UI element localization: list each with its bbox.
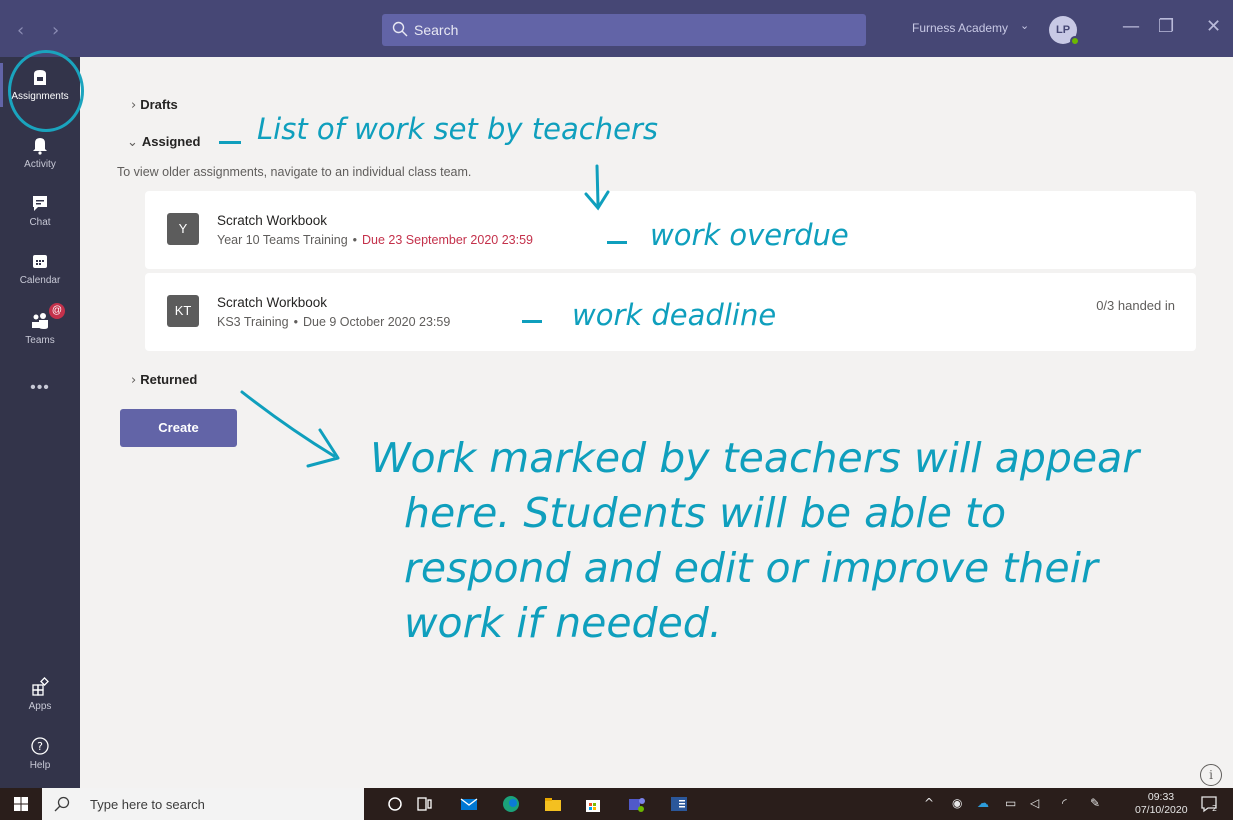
chevron-down-icon[interactable]: ⌄ xyxy=(1020,19,1029,32)
annotation-deadline-note: work deadline xyxy=(572,298,777,332)
clock-time: 09:33 xyxy=(1147,791,1175,803)
mail-icon[interactable] xyxy=(460,795,478,813)
teams-icon xyxy=(32,313,48,329)
search-icon xyxy=(392,21,408,37)
rail-item-chat[interactable]: Chat xyxy=(0,193,80,228)
class-badge: Y xyxy=(167,213,199,245)
annotation-returned-line: respond and edit or improve their xyxy=(404,544,1098,592)
notifications-icon[interactable]: 2 xyxy=(1200,795,1218,813)
tray-overflow-icon[interactable]: ^ xyxy=(924,796,934,810)
forward-arrow-icon[interactable]: › xyxy=(52,20,59,41)
annotation-arrow-icon xyxy=(240,390,340,468)
teams-app-icon[interactable] xyxy=(628,795,646,813)
assignment-meta: Year 10 Teams Training • Due 23 September … xyxy=(217,233,533,247)
class-name: Year 10 Teams Training xyxy=(217,233,348,247)
annotation-dash xyxy=(522,320,542,323)
annotation-arrow-down-icon xyxy=(584,164,610,211)
annotation-dash xyxy=(219,141,241,144)
rail-item-apps[interactable]: Apps xyxy=(0,677,80,712)
wifi-icon[interactable]: ◜ xyxy=(1062,796,1067,810)
taskbar-clock[interactable]: 09:33 07/10/2020 xyxy=(1135,791,1188,817)
due-date: Due 9 October 2020 23:59 xyxy=(302,315,451,329)
create-button[interactable]: Create xyxy=(120,409,237,447)
rail-item-activity[interactable]: Activity xyxy=(0,135,80,170)
help-icon: ? xyxy=(31,737,49,755)
store-icon[interactable] xyxy=(584,795,602,813)
rail-item-help[interactable]: ? Help xyxy=(0,736,80,771)
volume-icon[interactable]: ◁ xyxy=(1030,796,1039,810)
clock-date: 07/10/2020 xyxy=(1135,804,1188,816)
chevron-down-icon: ⌄ xyxy=(127,135,138,150)
app-rail: Assignments Activity Chat Calendar Teams… xyxy=(0,57,80,788)
assigned-toggle[interactable]: ⌄ Assigned xyxy=(127,134,200,150)
search-placeholder: Search xyxy=(414,22,459,38)
svg-text:?: ? xyxy=(37,740,43,753)
due-date: Due 23 September 2020 23:59 xyxy=(362,233,533,247)
older-assignments-hint: To view older assignments, navigate to a… xyxy=(117,165,472,179)
windows-taskbar: Type here to search ^ ◉ ☁ ▭ ◁ ◜ ✎ 09:33 … xyxy=(0,788,1233,820)
assignment-title: Scratch Workbook xyxy=(217,295,328,310)
assigned-label: Assigned xyxy=(141,134,201,149)
chat-icon xyxy=(33,196,47,211)
back-arrow-icon[interactable]: ‹ xyxy=(17,20,24,41)
file-explorer-icon[interactable] xyxy=(544,795,562,813)
title-bar: ‹ › Search Furness Academy ⌄ LP — ❐ ✕ xyxy=(0,0,1233,57)
search-input[interactable]: Search xyxy=(382,14,866,46)
handed-in-count: 0/3 handed in xyxy=(1096,298,1175,313)
rail-label-activity: Activity xyxy=(24,159,56,170)
word-icon[interactable] xyxy=(670,795,688,813)
edge-icon[interactable] xyxy=(502,795,520,813)
more-apps-icon[interactable]: ••• xyxy=(0,379,80,397)
class-name: KS3 Training xyxy=(217,315,289,329)
presence-status-icon xyxy=(1070,36,1080,46)
assignment-title: Scratch Workbook xyxy=(217,213,328,228)
chevron-right-icon: › xyxy=(131,98,137,113)
annotation-overdue-note: work overdue xyxy=(650,218,849,252)
onedrive-icon[interactable]: ☁ xyxy=(977,796,989,810)
annotation-dash xyxy=(607,241,627,244)
annotation-circle xyxy=(8,50,84,132)
apps-icon xyxy=(32,677,49,696)
task-view-icon[interactable] xyxy=(416,795,434,813)
notification-count: 2 xyxy=(1212,804,1217,813)
taskbar-search-placeholder: Type here to search xyxy=(90,797,205,812)
org-switcher[interactable]: Furness Academy xyxy=(912,21,1008,35)
taskbar-search-input[interactable]: Type here to search xyxy=(42,788,364,820)
bell-icon xyxy=(33,138,47,155)
battery-icon[interactable]: ▭ xyxy=(1005,796,1016,810)
info-icon[interactable]: i xyxy=(1200,764,1222,786)
rail-label-calendar: Calendar xyxy=(19,275,61,286)
rail-label-apps: Apps xyxy=(28,701,52,712)
rail-label-chat: Chat xyxy=(29,217,51,228)
cortana-icon[interactable] xyxy=(386,795,404,813)
close-icon[interactable]: ✕ xyxy=(1206,16,1221,37)
mention-badge: @ xyxy=(49,303,65,319)
pen-icon[interactable]: ✎ xyxy=(1090,796,1100,810)
rail-item-teams[interactable]: Teams xyxy=(0,311,80,346)
separator-dot: • xyxy=(352,233,358,247)
minimize-icon[interactable]: — xyxy=(1122,16,1140,37)
search-icon xyxy=(54,796,70,812)
rail-item-calendar[interactable]: Calendar xyxy=(0,251,80,286)
chevron-right-icon: › xyxy=(131,373,137,388)
drafts-toggle[interactable]: › Drafts xyxy=(131,97,178,113)
annotation-returned-line: Work marked by teachers will appear xyxy=(370,434,1140,482)
rail-label-teams: Teams xyxy=(25,335,55,346)
maximize-icon[interactable]: ❐ xyxy=(1158,16,1174,37)
tray-circle-icon[interactable]: ◉ xyxy=(952,796,962,810)
windows-start-icon[interactable] xyxy=(14,797,28,811)
separator-dot: • xyxy=(293,315,298,329)
annotation-returned-line: here. Students will be able to xyxy=(404,489,1007,537)
drafts-label: Drafts xyxy=(140,97,178,112)
returned-toggle[interactable]: › Returned xyxy=(131,372,197,388)
class-badge: KT xyxy=(167,295,199,327)
rail-label-help: Help xyxy=(29,760,51,771)
assignment-meta: KS3 Training • Due 9 October 2020 23:59 xyxy=(217,315,450,329)
returned-label: Returned xyxy=(140,372,198,387)
calendar-icon xyxy=(33,255,47,268)
annotation-returned-line: work if needed. xyxy=(404,599,722,647)
annotation-assigned-note: List of work set by teachers xyxy=(257,112,658,146)
